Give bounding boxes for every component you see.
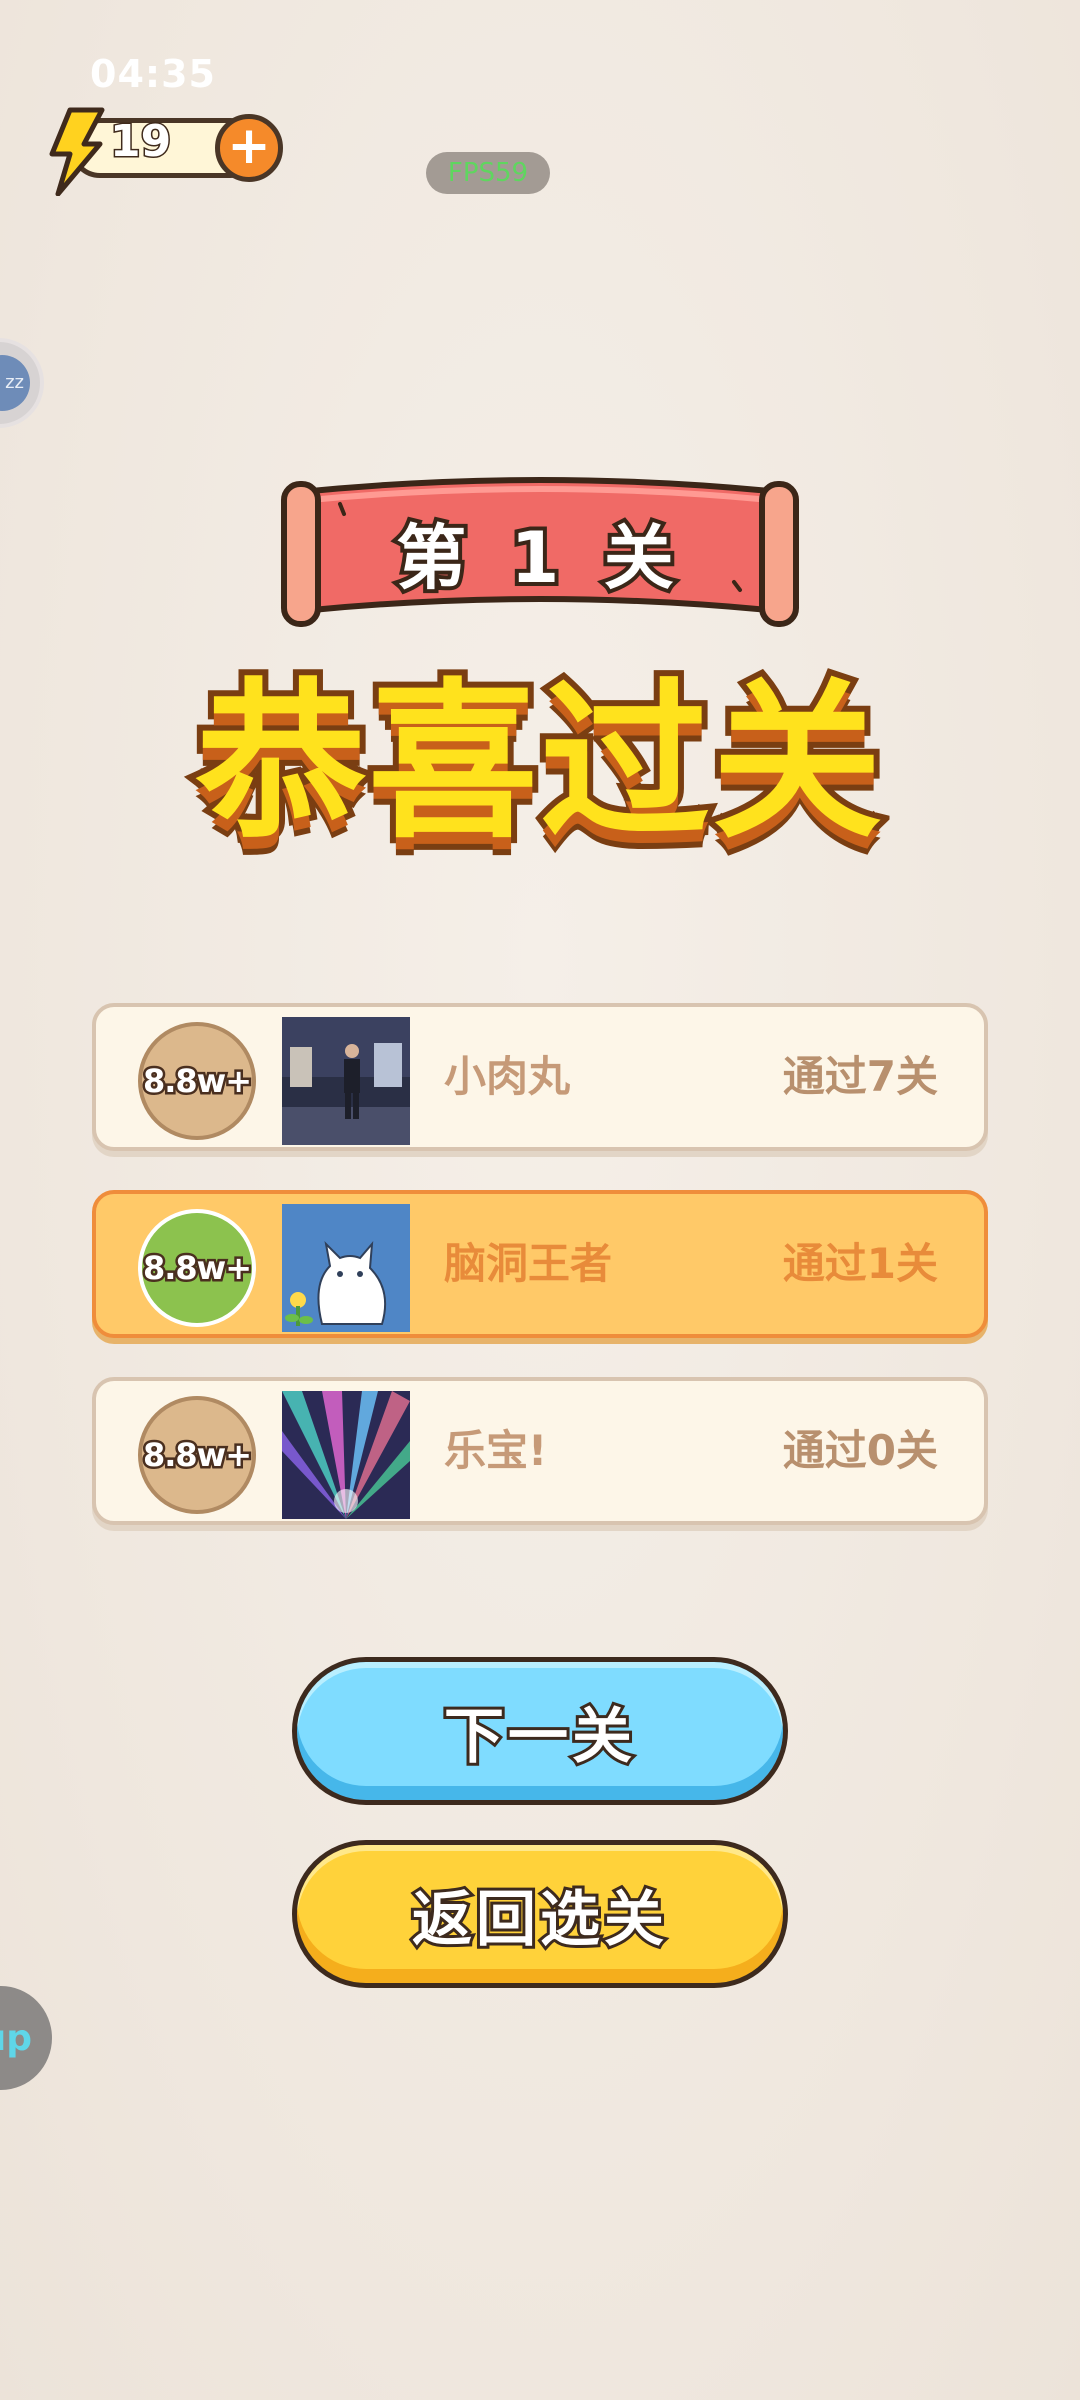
levels-passed: 通过0关 — [782, 1426, 938, 1475]
congrats-title: 恭喜过关 — [190, 664, 888, 863]
back-to-level-select-button[interactable]: 返回选关 — [292, 1840, 788, 1988]
player-name: 乐宝! — [444, 1426, 548, 1475]
badge-label: 8.8w+ — [140, 1060, 254, 1103]
badge-label: 8.8w+ — [140, 1434, 254, 1477]
level-banner: 第 1 关 — [280, 470, 800, 635]
add-energy-button[interactable]: + — [215, 114, 283, 182]
level-number-title: 第 1 关 — [392, 513, 684, 603]
player-count-badge: 8.8w+ — [138, 1209, 256, 1327]
status-time: 04:35 — [90, 52, 216, 96]
player-count-badge: 8.8w+ — [138, 1396, 256, 1514]
energy-counter: 19 + — [40, 107, 290, 196]
lightning-icon — [49, 107, 105, 196]
level-complete-screen: 04:35 19 + FPS59 zz up 第 1 关 恭喜过关 8 — [0, 0, 1080, 2400]
ranking-row: 8.8w+ 乐宝! 通过0关 — [92, 1377, 988, 1525]
back-to-level-select-label: 返回选关 — [409, 1882, 668, 1958]
player-name: 小肉丸 — [444, 1052, 571, 1101]
levels-passed: 通过7关 — [782, 1052, 938, 1101]
floating-assistant-label: zz — [0, 355, 30, 411]
next-level-label: 下一关 — [441, 1699, 636, 1775]
avatar — [282, 1204, 410, 1332]
levels-passed: 通过1关 — [782, 1239, 938, 1288]
plus-icon: + — [227, 116, 271, 176]
ranking-row: 8.8w+ 小肉丸 通过7关 — [92, 1003, 988, 1151]
floating-tool-button[interactable]: up — [0, 1986, 52, 2090]
floating-tool-label: up — [0, 2017, 32, 2059]
energy-count: 19 — [108, 115, 172, 169]
badge-label: 8.8w+ — [140, 1247, 254, 1290]
avatar — [282, 1017, 410, 1145]
floating-assistant-button[interactable]: zz — [0, 338, 44, 428]
next-level-button[interactable]: 下一关 — [292, 1657, 788, 1805]
player-name: 脑洞王者 — [444, 1239, 613, 1288]
ranking-list: 8.8w+ 小肉丸 通过7关 8.8w+ 脑洞王者 通过1关 8.8w+ 乐宝!… — [92, 1003, 988, 1564]
player-count-badge: 8.8w+ — [138, 1022, 256, 1140]
ranking-row-current-player: 8.8w+ 脑洞王者 通过1关 — [92, 1190, 988, 1338]
fps-indicator: FPS59 — [426, 152, 550, 194]
avatar — [282, 1391, 410, 1519]
